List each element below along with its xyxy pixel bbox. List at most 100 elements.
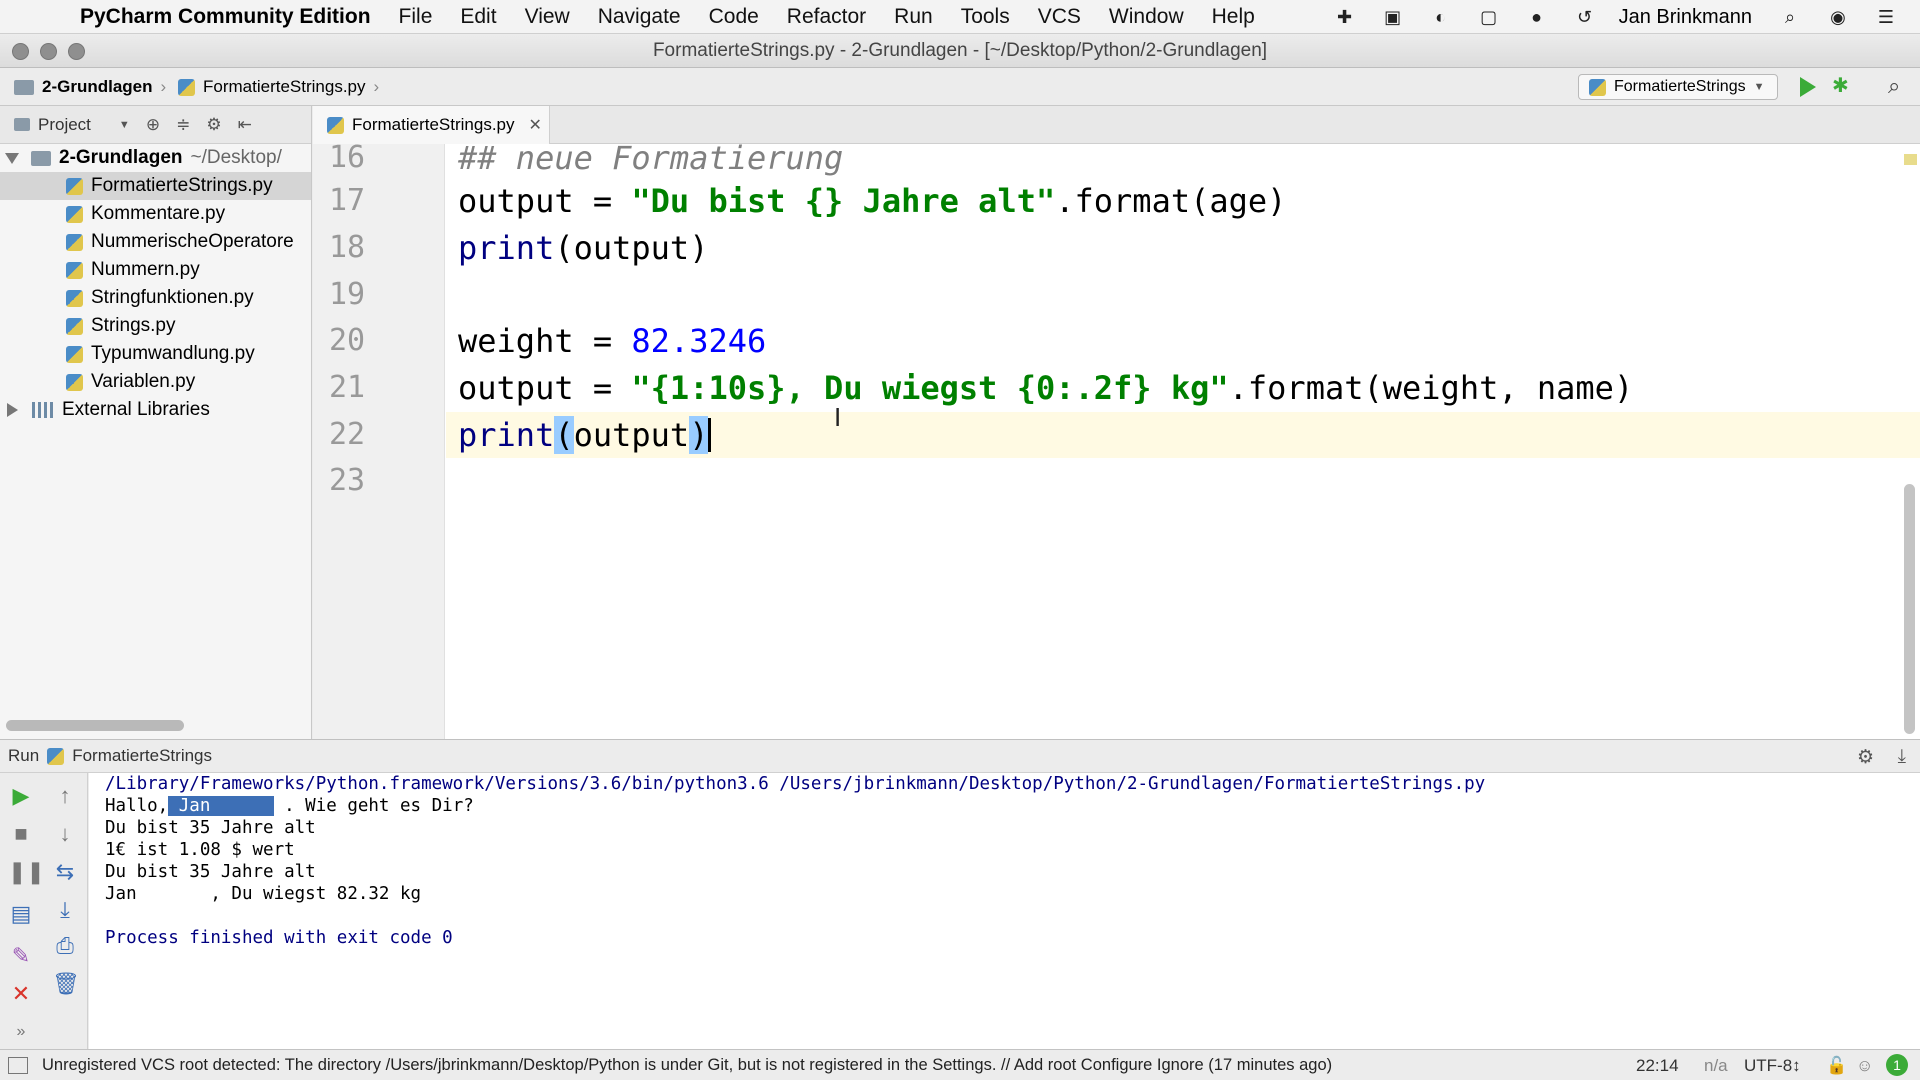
gear-icon[interactable]: ⚙ — [1857, 746, 1874, 769]
siri-icon[interactable]: ◉ — [1824, 6, 1852, 28]
app-name-menu[interactable]: PyCharm Community Edition — [80, 5, 371, 29]
line-number: 21 — [328, 370, 366, 405]
menu-tools[interactable]: Tools — [961, 5, 1010, 29]
python-file-icon — [66, 261, 83, 279]
tree-file-label: Kommentare.py — [91, 203, 226, 224]
breadcrumb-file[interactable]: FormatierteStrings.py › — [178, 77, 379, 97]
up-arrow-icon[interactable]: ↑ — [52, 783, 78, 809]
time-machine-icon[interactable]: ↺ — [1571, 6, 1599, 28]
python-file-icon — [66, 177, 83, 195]
code-token: output = — [458, 369, 632, 407]
line-number: 23 — [328, 463, 366, 498]
menu-help[interactable]: Help — [1212, 5, 1255, 29]
analysis-status-marker[interactable] — [1904, 154, 1917, 165]
tree-file-variablen[interactable]: Variablen.py — [0, 368, 311, 396]
status-message[interactable]: Unregistered VCS root detected: The dire… — [42, 1056, 1332, 1075]
tool-window-toggle-icon[interactable] — [8, 1056, 28, 1074]
python-file-icon — [66, 373, 83, 391]
run-configuration-select[interactable]: FormatierteStrings ▼ — [1578, 74, 1778, 100]
chat-icon[interactable]: ● — [1523, 6, 1551, 28]
pause-icon[interactable]: ❚❚ — [8, 859, 45, 885]
menu-refactor[interactable]: Refactor — [787, 5, 866, 29]
down-arrow-icon[interactable]: ↓ — [52, 821, 78, 847]
line-number: 19 — [328, 277, 366, 312]
chevron-down-icon[interactable]: ▼ — [119, 119, 130, 131]
leaf-icon[interactable]: ◐ — [1427, 6, 1455, 28]
gear-icon[interactable]: ⚙ — [206, 115, 221, 135]
line-separator[interactable]: n/a — [1704, 1056, 1728, 1076]
tree-file-formatiertestrings[interactable]: FormatierteStrings.py — [0, 172, 311, 200]
locate-icon[interactable]: ⊕ — [146, 115, 160, 135]
search-icon[interactable]: ⌕ — [1888, 74, 1912, 98]
more-icon[interactable]: » — [8, 1019, 34, 1045]
tree-file-label: Nummern.py — [91, 259, 200, 280]
root-folder-path: ~/Desktop/ — [190, 147, 282, 168]
run-panel-config[interactable]: FormatierteStrings — [72, 746, 212, 766]
menu-code[interactable]: Code — [709, 5, 759, 29]
pin-icon[interactable]: ✎ — [8, 943, 34, 969]
close-icon[interactable]: ✕ — [529, 115, 542, 135]
inspector-icon[interactable]: ☺ — [1856, 1056, 1873, 1076]
menu-navigate[interactable]: Navigate — [598, 5, 681, 29]
menu-view[interactable]: View — [525, 5, 570, 29]
restore-layout-icon[interactable]: ▤ — [8, 901, 34, 927]
menu-window[interactable]: Window — [1109, 5, 1184, 29]
soft-wrap-icon[interactable]: ⇆ — [52, 859, 78, 885]
code-line-16: ## neue Formatierung — [458, 144, 844, 177]
python-file-icon — [47, 747, 65, 765]
hide-panel-icon[interactable]: ⇤ — [238, 115, 252, 135]
expand-arrow-icon[interactable] — [7, 403, 18, 417]
editor-tab-bar: FormatierteStrings.py ✕ — [313, 106, 1920, 144]
menu-edit[interactable]: Edit — [460, 5, 496, 29]
puzzle-icon[interactable]: ✚ — [1331, 6, 1359, 28]
expand-arrow-icon[interactable] — [5, 152, 19, 164]
event-log-icon[interactable]: 1 — [1886, 1054, 1908, 1076]
tree-file-strings[interactable]: Strings.py — [0, 312, 311, 340]
spotlight-search-icon[interactable]: ⌕ — [1776, 6, 1804, 28]
rerun-icon[interactable]: ▶ — [8, 783, 34, 809]
breadcrumb-project[interactable]: 2-Grundlagen › — [14, 77, 166, 97]
line-number: 20 — [328, 323, 366, 358]
chevron-down-icon: ▼ — [1753, 81, 1765, 93]
menu-vcs[interactable]: VCS — [1038, 5, 1081, 29]
tree-file-nummern[interactable]: Nummern.py — [0, 256, 311, 284]
tree-file-stringfunktionen[interactable]: Stringfunktionen.py — [0, 284, 311, 312]
collapse-all-icon[interactable]: ≑ — [176, 115, 190, 135]
sidebar-horizontal-scrollbar[interactable] — [6, 720, 184, 731]
notification-center-icon[interactable]: ☰ — [1872, 6, 1900, 28]
tab-formatiertestrings[interactable]: FormatierteStrings.py ✕ — [313, 106, 550, 144]
navigation-bar: 2-Grundlagen › FormatierteStrings.py › F… — [0, 68, 1920, 106]
tree-file-typumwandlung[interactable]: Typumwandlung.py — [0, 340, 311, 368]
briefcase-icon[interactable]: ▣ — [1379, 6, 1407, 28]
editor-vertical-scrollbar[interactable] — [1904, 484, 1915, 734]
lock-icon[interactable]: 🔓 — [1826, 1056, 1847, 1076]
tree-file-nummerischeoperatoren[interactable]: NummerischeOperatore — [0, 228, 311, 256]
breadcrumb-file-label: FormatierteStrings.py — [203, 77, 366, 96]
close-icon[interactable]: ✕ — [8, 981, 34, 1007]
run-console[interactable]: /Library/Frameworks/Python.framework/Ver… — [89, 773, 1920, 1049]
run-icon[interactable] — [1800, 77, 1816, 97]
line-number: 16 — [328, 144, 366, 175]
matched-brace: ( — [554, 416, 574, 454]
hide-panel-icon[interactable]: ⤓ — [1898, 746, 1906, 768]
print-icon[interactable]: ⎙ — [52, 933, 78, 959]
stop-icon[interactable]: ■ — [8, 821, 34, 847]
menu-run[interactable]: Run — [894, 5, 933, 29]
user-menu[interactable]: Jan Brinkmann — [1619, 6, 1752, 29]
tree-file-kommentare[interactable]: Kommentare.py — [0, 200, 311, 228]
file-encoding[interactable]: UTF-8↕ — [1744, 1056, 1801, 1076]
clear-all-icon[interactable]: 🗑 — [52, 971, 80, 997]
project-view-selector[interactable]: Project — [38, 115, 91, 135]
scroll-to-end-icon[interactable]: ⤓ — [52, 897, 78, 923]
caret-position[interactable]: 22:14 — [1636, 1056, 1679, 1076]
code-editor[interactable]: 16 17 18 19 20 21 22 23 ## neue Formatie… — [313, 144, 1920, 739]
debug-icon[interactable]: ✱ — [1832, 75, 1854, 97]
menu-file[interactable]: File — [399, 5, 433, 29]
tree-root-folder[interactable]: 2-Grundlagen ~/Desktop/ — [0, 144, 311, 172]
camera-icon[interactable]: ▢ — [1475, 6, 1503, 28]
python-file-icon — [1589, 78, 1606, 96]
python-file-icon — [178, 78, 195, 96]
python-file-icon — [66, 289, 83, 307]
tree-external-libraries[interactable]: External Libraries — [0, 396, 311, 424]
console-line: 1€ ist 1.08 $ wert — [105, 840, 295, 860]
